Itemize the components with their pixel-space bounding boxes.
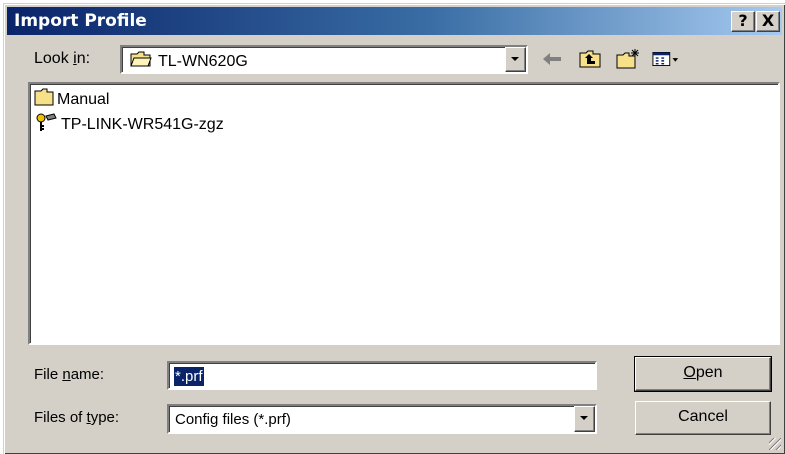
folder-icon	[34, 88, 54, 111]
look-in-value: TL-WN620G	[158, 52, 248, 70]
look-in-dropdown-arrow[interactable]	[505, 47, 526, 72]
window-title: Import Profile	[14, 11, 147, 31]
files-of-type-value: Config files (*.prf)	[175, 411, 291, 428]
look-in-label: Look in:	[34, 50, 91, 67]
files-of-type-label: Files of type:	[34, 409, 120, 426]
up-folder-icon[interactable]	[576, 46, 604, 72]
look-in-dropdown[interactable]: TL-WN620G	[120, 45, 528, 74]
view-menu-icon[interactable]	[652, 46, 680, 72]
open-folder-icon	[130, 50, 152, 73]
profile-key-icon	[34, 112, 58, 137]
file-list[interactable]: Manual TP-LINK-WR541G-zgz	[28, 82, 780, 345]
file-name-label: File name:	[34, 366, 105, 383]
title-bar[interactable]: Import Profile ? X	[7, 7, 782, 35]
resize-grip[interactable]	[769, 438, 781, 450]
list-item-label: TP-LINK-WR541G-zgz	[61, 115, 224, 133]
file-name-value: *.prf	[174, 367, 204, 386]
cancel-button[interactable]: Cancel	[635, 401, 771, 435]
help-button[interactable]: ?	[731, 11, 755, 32]
toolbar	[538, 46, 680, 72]
close-button[interactable]: X	[756, 11, 780, 32]
list-item[interactable]: Manual	[34, 88, 109, 111]
import-profile-dialog: Import Profile ? X Look in: TL-WN620G Ma…	[3, 3, 785, 454]
list-item[interactable]: TP-LINK-WR541G-zgz	[34, 112, 224, 137]
files-of-type-dropdown-arrow[interactable]	[574, 406, 595, 432]
list-item-label: Manual	[57, 90, 110, 108]
file-name-input[interactable]: *.prf	[167, 361, 597, 390]
open-button[interactable]: Open	[634, 356, 772, 392]
files-of-type-dropdown[interactable]: Config files (*.prf)	[167, 404, 597, 434]
new-folder-icon[interactable]	[614, 46, 642, 72]
back-arrow-icon[interactable]	[538, 46, 566, 72]
